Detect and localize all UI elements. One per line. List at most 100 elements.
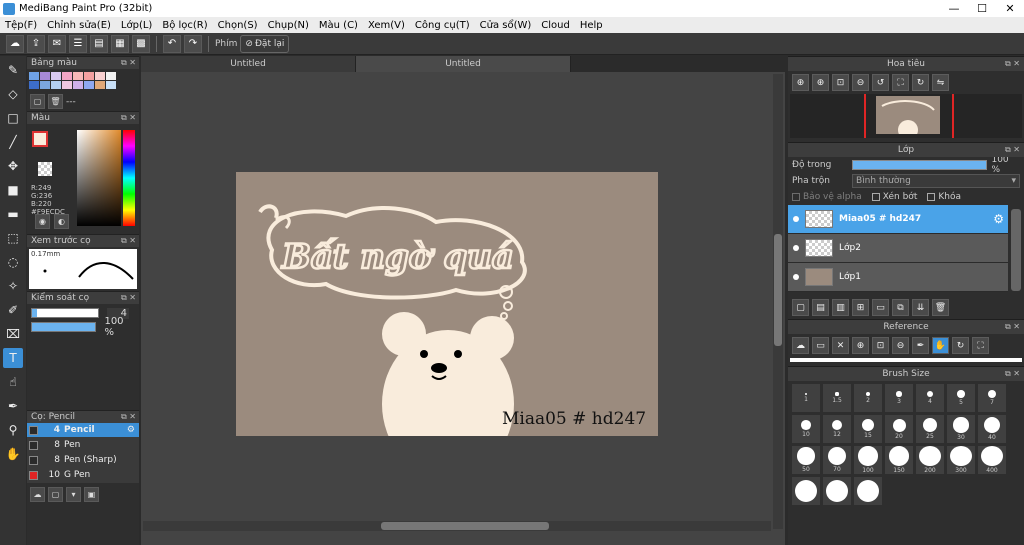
brush-size-cell[interactable]: 50 xyxy=(792,446,820,474)
clipping-checkbox[interactable]: Xén bớt xyxy=(871,192,917,202)
delete-layer-icon[interactable]: 🗑 xyxy=(932,299,949,316)
close-button[interactable]: ✕ xyxy=(996,0,1024,17)
menu-color[interactable]: Màu (C) xyxy=(314,20,363,31)
color-swap-icon[interactable]: ◐ xyxy=(54,214,69,229)
text-tool-icon[interactable]: T xyxy=(3,348,23,368)
menu-snap[interactable]: Chụp(N) xyxy=(263,20,314,31)
zoom-in-icon[interactable]: ⊕ xyxy=(812,74,829,91)
swatch[interactable] xyxy=(62,72,72,80)
menu-edit[interactable]: Chỉnh sửa(E) xyxy=(42,20,116,31)
zoom-out-icon[interactable]: ⊖ xyxy=(852,74,869,91)
magic-wand-tool-icon[interactable]: ✧ xyxy=(3,276,23,296)
hand-tool-icon[interactable]: ✋ xyxy=(3,444,23,464)
chat-icon[interactable]: ☰ xyxy=(69,34,87,53)
brush-size-cell[interactable]: 1.5 xyxy=(823,384,851,412)
brush-size-cell[interactable]: 5 xyxy=(947,384,975,412)
minimize-button[interactable]: — xyxy=(940,0,968,17)
maximize-button[interactable]: ☐ xyxy=(968,0,996,17)
merge-layer-icon[interactable]: ⇊ xyxy=(912,299,929,316)
dropper-tool-icon[interactable]: ✒ xyxy=(3,396,23,416)
new-8bit-layer-icon[interactable]: ▥ xyxy=(832,299,849,316)
brush-size-cell[interactable]: 20 xyxy=(885,415,913,443)
add-layer-icon[interactable]: ⊞ xyxy=(852,299,869,316)
hue-slider[interactable] xyxy=(123,130,135,226)
vertical-scroll-thumb[interactable] xyxy=(774,234,782,346)
swatch[interactable] xyxy=(95,81,105,89)
visibility-icon[interactable] xyxy=(793,216,799,222)
brush-item[interactable]: 4 Pencil ⚙ xyxy=(27,423,139,438)
layer-item[interactable]: Miaa05 # hd247 ⚙ xyxy=(788,205,1008,234)
swatch[interactable] xyxy=(40,81,50,89)
eraser-tool-icon[interactable]: ◇ xyxy=(3,84,23,104)
zoom-in-icon[interactable]: ⊕ xyxy=(792,74,809,91)
cloud-icon[interactable]: ☁ xyxy=(6,34,24,53)
drawing-canvas[interactable]: Bất ngờ quá Miaa05 # hd247 xyxy=(236,172,658,436)
swatch[interactable] xyxy=(51,81,61,89)
tab-untitled-2[interactable]: Untitled xyxy=(356,56,571,72)
swatch[interactable] xyxy=(84,72,94,80)
menu-filter[interactable]: Bộ lọc(R) xyxy=(157,20,212,31)
brush-size-cell[interactable]: 12 xyxy=(823,415,851,443)
brush-size-cell[interactable]: 70 xyxy=(823,446,851,474)
brush-size-cell[interactable]: 25 xyxy=(916,415,944,443)
brush-size-cell[interactable] xyxy=(792,477,820,505)
color-mode-icon[interactable]: ◉ xyxy=(35,214,50,229)
swatch[interactable] xyxy=(84,81,94,89)
select-rect-tool-icon[interactable]: ⬚ xyxy=(3,228,23,248)
swatch[interactable] xyxy=(73,81,83,89)
new-brush-icon[interactable]: ▢ xyxy=(48,487,63,502)
menu-window[interactable]: Cửa sổ(W) xyxy=(475,20,537,31)
brush-size-cell[interactable]: 100 xyxy=(854,446,882,474)
vertical-scrollbar[interactable] xyxy=(773,74,783,529)
tab-untitled-1[interactable]: Untitled xyxy=(141,56,356,72)
layer-item[interactable]: Lớp2 xyxy=(788,234,1008,263)
document-icon[interactable]: ▤ xyxy=(90,34,108,53)
undo-icon[interactable]: ↶ xyxy=(163,34,181,53)
gear-icon[interactable]: ⚙ xyxy=(993,212,1004,226)
brush-opacity-slider[interactable]: 100 % xyxy=(31,316,135,338)
brush-size-cell[interactable]: 400 xyxy=(978,446,1006,474)
line-tool-icon[interactable]: ╱ xyxy=(3,132,23,152)
brush-size-cell[interactable]: 4 xyxy=(916,384,944,412)
panel-window-icons[interactable]: ⧉ ✕ xyxy=(121,113,136,123)
brush-item[interactable]: 8 Pen (Sharp) xyxy=(27,453,139,468)
layer-opacity-slider[interactable] xyxy=(851,160,988,170)
swatch[interactable] xyxy=(73,72,83,80)
brush-size-cell[interactable]: 30 xyxy=(947,415,975,443)
menu-file[interactable]: Tệp(F) xyxy=(0,20,42,31)
menu-layer[interactable]: Lớp(L) xyxy=(116,20,157,31)
flip-icon[interactable]: ⇋ xyxy=(932,74,949,91)
rotate-right-icon[interactable]: ↻ xyxy=(912,74,929,91)
saturation-value-square[interactable] xyxy=(77,130,121,226)
layer-list-scrollbar[interactable] xyxy=(1011,209,1021,291)
panel-window-icons[interactable]: ⧉ ✕ xyxy=(121,293,136,303)
brush-item[interactable]: 8 Pen xyxy=(27,438,139,453)
zoom-in-icon[interactable]: ⊕ xyxy=(852,337,869,354)
brush-size-cell[interactable]: 15 xyxy=(854,415,882,443)
brush-tool-icon[interactable]: ✎ xyxy=(3,60,23,80)
menu-cloud[interactable]: Cloud xyxy=(536,20,575,31)
layer-item[interactable]: Lớp1 xyxy=(788,263,1008,292)
trash-icon[interactable]: 🗑 xyxy=(48,94,63,109)
rotate-icon[interactable]: ↻ xyxy=(952,337,969,354)
move-tool-icon[interactable]: ✥ xyxy=(3,156,23,176)
swatch[interactable] xyxy=(95,72,105,80)
background-color[interactable] xyxy=(38,162,52,176)
menu-view[interactable]: Xem(V) xyxy=(363,20,410,31)
close-icon[interactable]: ✕ xyxy=(832,337,849,354)
navigator-preview[interactable] xyxy=(790,94,1022,140)
cloud-brush-icon[interactable]: ☁ xyxy=(30,487,45,502)
visibility-icon[interactable] xyxy=(793,245,799,251)
brush-size-cell[interactable]: 40 xyxy=(978,415,1006,443)
panel-window-icons[interactable]: ⧉ ✕ xyxy=(121,58,136,68)
foreground-color[interactable] xyxy=(32,131,48,147)
panel-window-icons[interactable]: ⧉ ✕ xyxy=(1005,322,1020,332)
panel-window-icons[interactable]: ⧉ ✕ xyxy=(1005,145,1020,155)
brush-size-cell[interactable]: 1 xyxy=(792,384,820,412)
blend-mode-select[interactable]: Bình thường ▾ xyxy=(852,174,1020,188)
brush-size-cell[interactable]: 3 xyxy=(885,384,913,412)
swatch[interactable] xyxy=(29,72,39,80)
list-icon[interactable]: ▦ xyxy=(111,34,129,53)
brush-size-bar[interactable] xyxy=(31,308,99,318)
new-halftone-layer-icon[interactable]: ▤ xyxy=(812,299,829,316)
